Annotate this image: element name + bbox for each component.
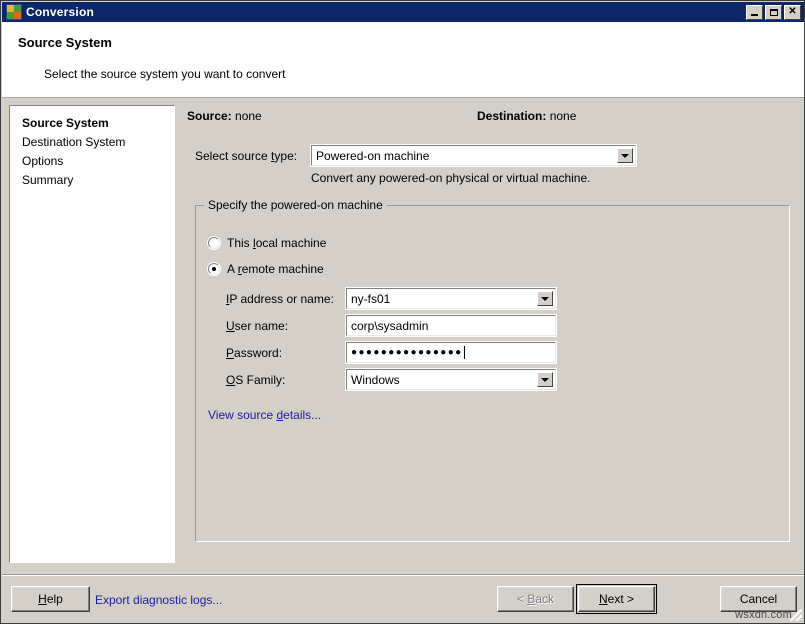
main-content: Source: none Destination: none Select so… [187,105,799,563]
radio-indicator-local [208,237,220,249]
user-name-label: User name: [226,319,288,333]
chevron-down-icon[interactable] [537,291,553,306]
minimize-button[interactable] [746,5,763,20]
ip-address-value: ny-fs01 [347,292,390,306]
source-status: Source: none [187,109,262,123]
window-controls [746,5,803,20]
source-status-value: none [235,109,262,123]
destination-status-label: Destination: [477,109,546,123]
radio-label-local: This local machine [227,236,326,250]
remote-machine-form: IP address or name: ny-fs01 User name: c… [226,288,766,396]
title-bar: Conversion [2,2,805,22]
help-button[interactable]: Help [11,586,90,612]
source-type-combobox[interactable]: Powered-on machine [311,145,636,166]
os-family-label: OS Family: [226,373,285,387]
sidebar-item-destination-system[interactable]: Destination System [22,133,174,152]
destination-status: Destination: none [477,109,576,123]
wizard-steps-panel: Source System Destination System Options… [9,105,175,563]
powered-on-machine-group: Specify the powered-on machine This loca… [195,205,790,542]
header-divider [2,97,805,98]
form-row-os-family: OS Family: Windows [226,369,766,396]
sidebar-item-source-system[interactable]: Source System [22,114,174,133]
group-legend: Specify the powered-on machine [204,198,387,212]
radio-label-remote: A remote machine [227,262,324,276]
user-name-value: corp\sysadmin [347,319,428,333]
os-family-value: Windows [347,373,400,387]
radio-this-local-machine[interactable]: This local machine [208,236,326,250]
page-title: Source System [18,35,112,50]
ip-address-label: IP address or name: [226,292,334,306]
page-header: Source System Select the source system y… [2,22,805,97]
sidebar-item-options[interactable]: Options [22,152,174,171]
status-row: Source: none Destination: none [187,105,799,127]
source-type-label: Select source type: [195,149,297,163]
form-row-ip-address: IP address or name: ny-fs01 [226,288,766,315]
sidebar-item-summary[interactable]: Summary [22,171,174,190]
conversion-wizard-window: Conversion Source System Select the sour… [0,0,805,624]
text-cursor [464,346,465,359]
form-row-password: Password: ●●●●●●●●●●●●●●● [226,342,766,369]
password-value: ●●●●●●●●●●●●●●● [347,347,463,358]
page-subtitle: Select the source system you want to con… [44,67,285,81]
footer-divider [2,574,805,576]
source-type-hint: Convert any powered-on physical or virtu… [311,171,590,185]
resize-grip[interactable] [790,609,802,621]
password-label: Password: [226,346,282,360]
form-row-user-name: User name: corp\sysadmin [226,315,766,342]
maximize-button[interactable] [765,5,782,20]
wizard-steps-list: Source System Destination System Options… [10,106,174,190]
watermark: wsxdn.com [735,609,792,621]
next-button[interactable]: Next > [578,586,655,612]
user-name-input[interactable]: corp\sysadmin [346,315,556,336]
source-status-label: Source: [187,109,232,123]
window-title: Conversion [26,5,94,19]
chevron-down-icon[interactable] [537,372,553,387]
radio-indicator-remote [208,263,220,275]
ip-address-combobox[interactable]: ny-fs01 [346,288,556,309]
export-diagnostic-logs-link[interactable]: Export diagnostic logs... [95,593,222,607]
back-button[interactable]: < Back [497,586,574,612]
conversion-app-icon [6,4,22,20]
os-family-combobox[interactable]: Windows [346,369,556,390]
chevron-down-icon[interactable] [617,148,633,163]
source-type-value: Powered-on machine [312,149,429,163]
radio-a-remote-machine[interactable]: A remote machine [208,262,324,276]
close-button[interactable] [784,5,801,20]
password-input[interactable]: ●●●●●●●●●●●●●●● [346,342,556,363]
destination-status-value: none [550,109,577,123]
view-source-details-link[interactable]: View source details... [208,408,321,422]
